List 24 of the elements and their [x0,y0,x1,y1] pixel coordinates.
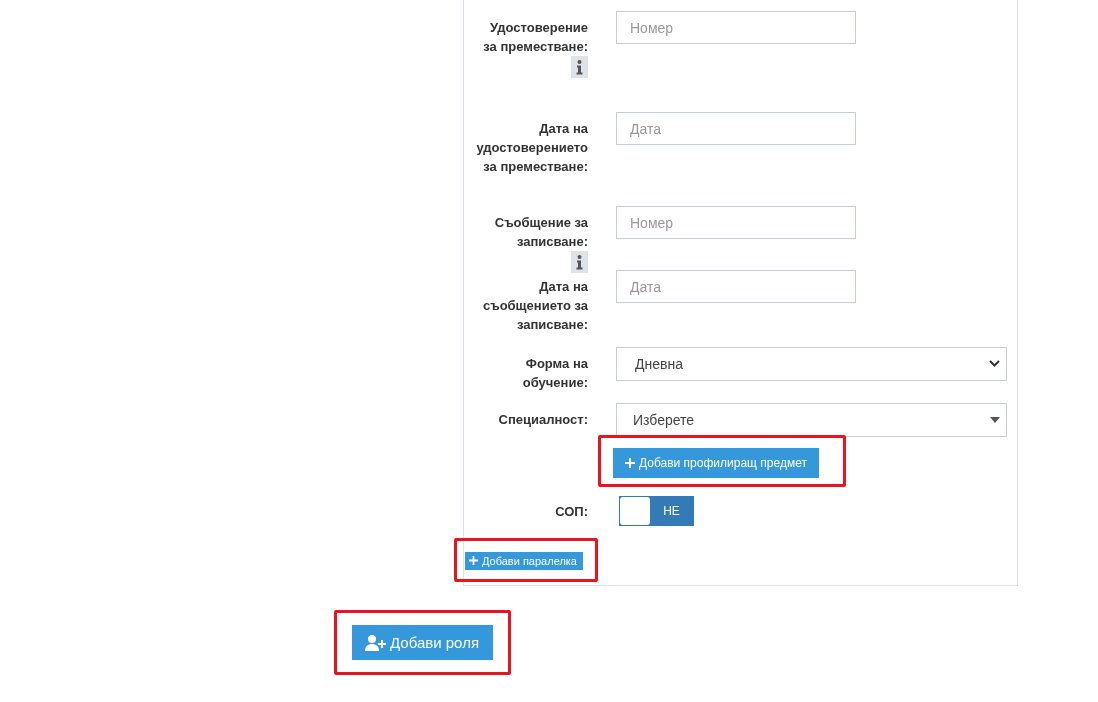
plus-icon [625,458,635,468]
select-field[interactable]: Дневна [616,347,1007,381]
info-icon[interactable] [571,56,588,78]
field-label: СОП: [555,503,588,521]
add-role-button[interactable]: Добави роля [352,625,493,660]
field-label: Дата на удостоверението за преместване: [476,120,588,176]
field-label: Съобщение за записване: [493,214,588,251]
add-class-button[interactable]: Добави паралелка [465,551,583,570]
field-label: Форма на обучение: [521,355,588,392]
chevron-down-icon [989,360,1000,368]
select-field[interactable]: Изберете [616,403,1007,437]
toggle-switch[interactable]: НЕ [619,496,694,526]
field-label: Удостоверение за преместване: [482,19,588,56]
input-field[interactable]: Номер [616,11,856,44]
input-field[interactable]: Дата [616,270,856,303]
field-label: Дата на съобщението за записване: [482,278,588,334]
user-plus-icon [365,634,386,651]
plus-icon [469,556,478,565]
add-subject-button[interactable]: Добави профилиращ предмет [613,448,819,478]
caret-down-icon [990,417,1000,423]
input-field[interactable]: Дата [616,112,856,145]
info-icon[interactable] [571,251,588,273]
field-label: Специалност: [498,411,588,429]
input-field[interactable]: Номер [616,206,856,239]
